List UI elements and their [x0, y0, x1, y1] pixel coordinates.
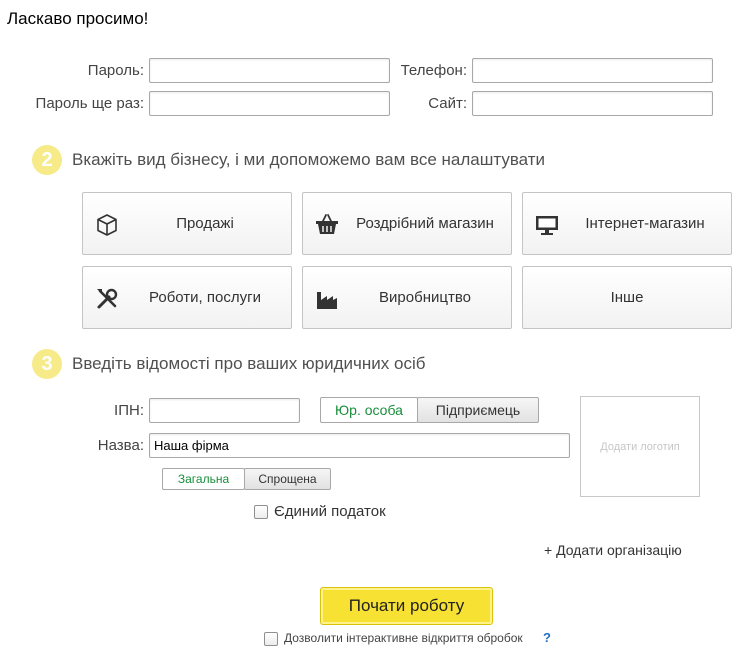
start-work-button[interactable]: Почати роботу [320, 587, 493, 625]
business-tile-services[interactable]: Роботи, послуги [82, 266, 292, 329]
add-organization-link[interactable]: + Додати організацію [544, 542, 682, 558]
box-icon [97, 214, 117, 236]
interactive-open-label: Дозволити інтерактивне відкриття обробок [284, 631, 523, 645]
business-tile-label: Виробництво [379, 289, 471, 306]
business-tile-label: Інше [610, 289, 644, 306]
interactive-open-checkbox[interactable] [264, 632, 278, 646]
entity-type-entrepreneur[interactable]: Підприємець [417, 397, 539, 423]
site-input[interactable] [472, 91, 713, 116]
add-logo-label: Додати логотип [600, 440, 680, 453]
ipn-input[interactable] [149, 398, 300, 423]
business-tile-label: Інтернет-магазин [585, 215, 705, 232]
factory-icon [317, 292, 337, 309]
step-3-heading: Введіть відомості про ваших юридичних ос… [72, 354, 426, 373]
company-name-input[interactable] [149, 433, 570, 458]
phone-label: Телефон: [400, 62, 467, 79]
business-tile-online-store[interactable]: Інтернет-магазин [522, 192, 732, 255]
tools-icon [97, 288, 118, 309]
business-tile-manufacturing[interactable]: Виробництво [302, 266, 512, 329]
password-label: Пароль: [87, 62, 144, 79]
tax-system-general[interactable]: Загальна [162, 468, 245, 490]
step-3-badge: 3 [32, 349, 62, 379]
business-tile-label: Продажі [176, 215, 234, 232]
business-tile-label: Роздрібний магазин [356, 215, 494, 232]
business-tile-other[interactable]: Інше [522, 266, 732, 329]
password-repeat-input[interactable] [149, 91, 390, 116]
tax-system-simplified[interactable]: Спрощена [244, 468, 331, 490]
name-label: Назва: [97, 437, 144, 454]
password-input[interactable] [149, 58, 390, 83]
business-tile-label: Роботи, послуги [149, 289, 261, 306]
business-tile-retail[interactable]: Роздрібний магазин [302, 192, 512, 255]
add-logo-button[interactable]: Додати логотип [580, 396, 700, 497]
password-repeat-label: Пароль ще раз: [35, 95, 144, 112]
ipn-label: ІПН: [114, 402, 144, 419]
phone-input[interactable] [472, 58, 713, 83]
monitor-icon [536, 216, 558, 235]
page-title: Ласкаво просимо! [7, 9, 149, 28]
entity-type-legal[interactable]: Юр. особа [320, 397, 418, 423]
business-tile-sales[interactable]: Продажі [82, 192, 292, 255]
step-2-heading: Вкажіть вид бізнесу, і ми допоможемо вам… [72, 150, 546, 169]
step-2-badge: 2 [32, 145, 62, 175]
site-label: Сайт: [428, 95, 467, 112]
help-icon[interactable]: ? [543, 630, 551, 645]
single-tax-checkbox[interactable] [254, 505, 268, 519]
shopping-basket-icon [316, 214, 338, 234]
single-tax-label: Єдиний податок [274, 503, 386, 520]
